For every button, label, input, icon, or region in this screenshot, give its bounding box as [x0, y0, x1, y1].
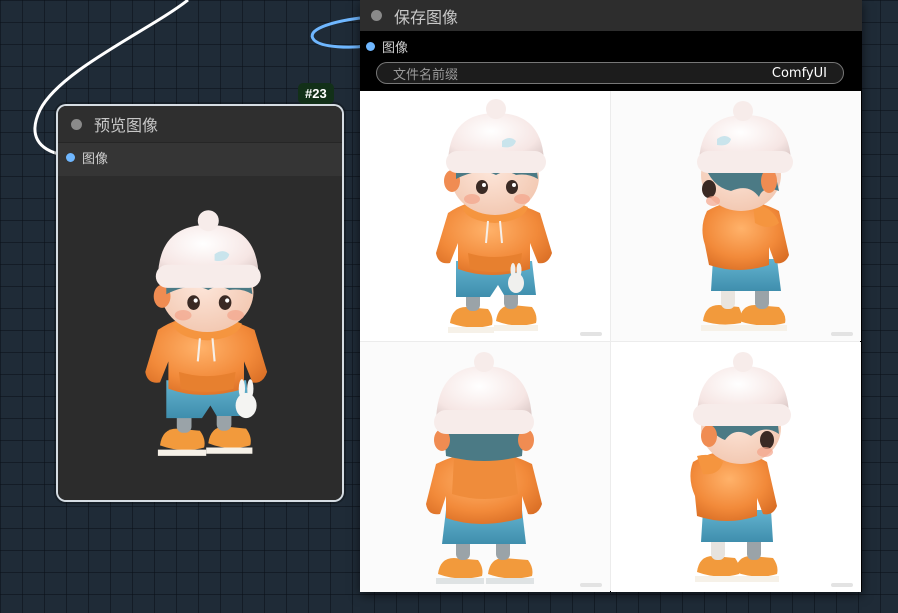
node-title-bar[interactable]: 保存图像	[360, 0, 862, 31]
character-front-image	[435, 98, 553, 334]
input-slot-image[interactable]: 图像	[360, 31, 862, 61]
socket-dot-icon[interactable]	[366, 41, 375, 51]
saved-image-1[interactable]	[360, 91, 610, 341]
filename-prefix-field[interactable]: 文件名前缀 ComfyUI	[376, 62, 844, 84]
character-back-image	[426, 352, 542, 584]
node-id-badge: #23	[298, 83, 334, 104]
saved-image-3[interactable]	[360, 342, 610, 592]
node-title: 预览图像	[94, 116, 159, 135]
saved-image-4[interactable]	[611, 342, 861, 592]
node-title: 保存图像	[394, 7, 459, 27]
preview-image-node[interactable]: 预览图像 图像	[58, 106, 342, 500]
filename-prefix-value[interactable]: ComfyUI	[772, 66, 827, 81]
node-title-bar[interactable]: 预览图像	[58, 106, 342, 143]
watermark	[831, 583, 853, 587]
filename-prefix-label: 文件名前缀	[393, 67, 459, 83]
character-preview-image	[144, 209, 269, 457]
watermark	[580, 583, 602, 587]
input-slot-image[interactable]: 图像	[58, 143, 342, 171]
character-side-image	[697, 101, 793, 331]
socket-dot-icon[interactable]	[66, 152, 75, 162]
character-side-right-image	[690, 352, 791, 582]
collapse-icon[interactable]	[371, 10, 382, 21]
wire-to-save	[310, 16, 367, 49]
watermark	[831, 332, 853, 336]
preview-image	[58, 176, 342, 500]
input-label: 图像	[82, 151, 109, 167]
watermark	[580, 332, 602, 336]
collapse-icon[interactable]	[71, 118, 82, 130]
saved-image-2[interactable]	[611, 91, 861, 341]
save-image-node[interactable]: 保存图像 图像 文件名前缀 ComfyUI	[360, 0, 862, 592]
input-label: 图像	[382, 40, 409, 56]
saved-images-grid	[360, 91, 861, 592]
